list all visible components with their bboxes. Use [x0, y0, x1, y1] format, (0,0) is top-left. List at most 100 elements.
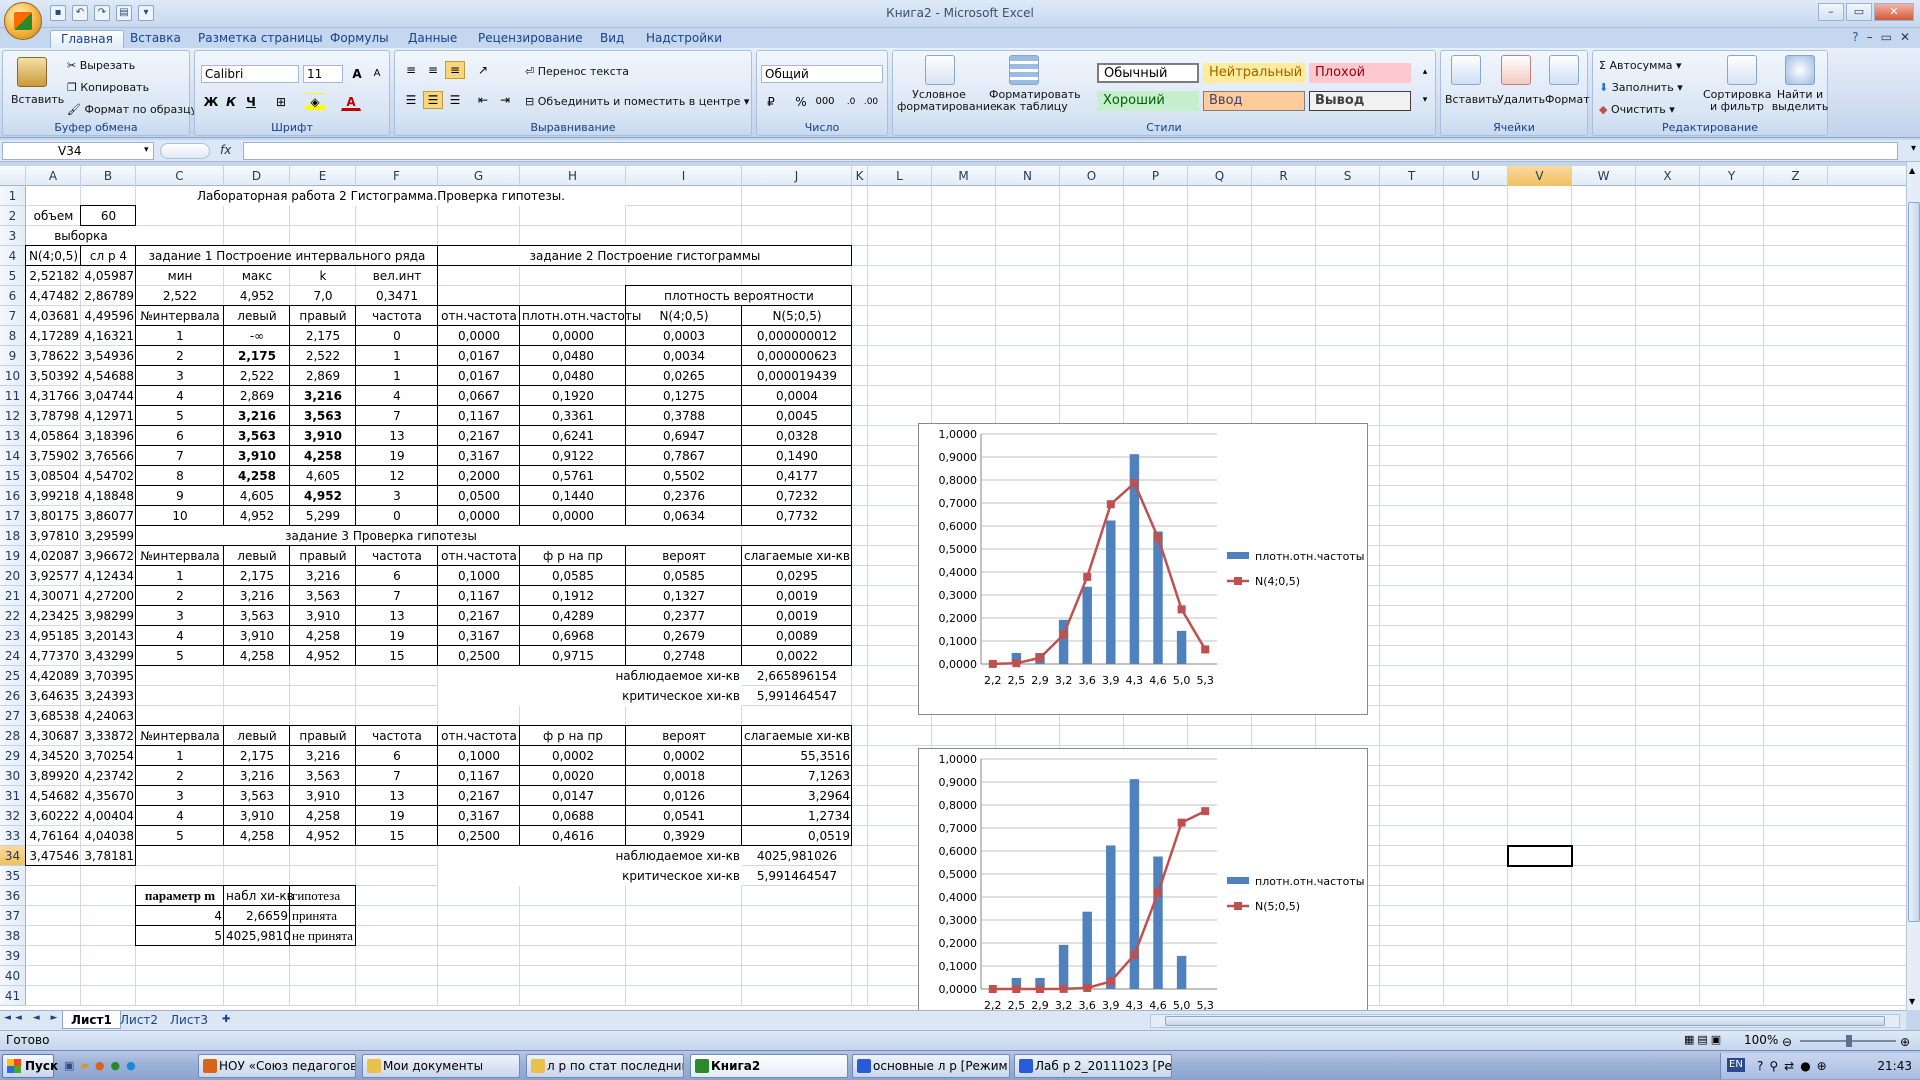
align-right-icon[interactable]: ☰	[445, 91, 465, 109]
cell-g16[interactable]: 0,0500	[438, 486, 520, 506]
cell-i14[interactable]: 0,7867	[626, 446, 742, 466]
grow-font-icon[interactable]: A	[347, 65, 367, 83]
cell-a7[interactable]: 4,03681	[26, 306, 81, 326]
cell-i31[interactable]: 0,0126	[626, 786, 742, 806]
cell-g32[interactable]: 0,3167	[438, 806, 520, 826]
find-select-button[interactable]: Найти и выделить	[1771, 89, 1829, 113]
cell-c6[interactable]: 2,522	[136, 286, 224, 306]
cell-d29[interactable]: 2,175	[224, 746, 290, 766]
zoom-slider-thumb[interactable]	[1846, 1035, 1852, 1047]
tab-page-layout[interactable]: Разметка страницы	[188, 30, 333, 48]
explorer-icon[interactable]: ▰	[80, 1059, 88, 1072]
selected-cell[interactable]	[1507, 845, 1573, 867]
cell-d13[interactable]: 3,563	[224, 426, 290, 446]
clear-button[interactable]: ◆ Очистить ▾	[1599, 103, 1675, 116]
cell-c23[interactable]: 4	[136, 626, 224, 646]
cell-i13[interactable]: 0,6947	[626, 426, 742, 446]
cell-d17[interactable]: 4,952	[224, 506, 290, 526]
column-header-o[interactable]: O	[1060, 166, 1124, 186]
cell-i16[interactable]: 0,2376	[626, 486, 742, 506]
cell-i20[interactable]: 0,0585	[626, 566, 742, 586]
tab-data[interactable]: Данные	[398, 30, 467, 48]
paste-button[interactable]: Вставить	[11, 93, 64, 106]
cell-a18[interactable]: 3,97810	[26, 526, 81, 546]
column-header-e[interactable]: E	[290, 166, 356, 186]
font-size-select[interactable]: 11	[303, 65, 343, 83]
task1-header[interactable]: задание 1 Построение интервального ряда	[136, 246, 438, 266]
cell-a29[interactable]: 4,34520	[26, 746, 81, 766]
cell-e36[interactable]: гипотеза	[290, 886, 356, 906]
cell-h14[interactable]: 0,9122	[520, 446, 626, 466]
cell-f14[interactable]: 19	[356, 446, 438, 466]
cell-d38[interactable]: 4025,9810	[224, 926, 291, 946]
delete-cells-icon[interactable]	[1501, 55, 1531, 85]
cell-f24[interactable]: 15	[356, 646, 438, 666]
firefox-icon[interactable]: ●	[95, 1059, 105, 1072]
help-icon[interactable]: ?	[1852, 30, 1858, 44]
cell-d36[interactable]: набл хи-кв	[224, 886, 294, 906]
cell-e17[interactable]: 5,299	[290, 506, 356, 526]
cell-d7[interactable]: левый	[224, 306, 290, 326]
tab-home[interactable]: Главная	[50, 30, 124, 48]
cell-e28[interactable]: правый	[290, 726, 356, 746]
maximize-button[interactable]: ▭	[1846, 3, 1872, 21]
cell-e21[interactable]: 3,563	[290, 586, 356, 606]
column-header-d[interactable]: D	[224, 166, 290, 186]
cell-f21[interactable]: 7	[356, 586, 438, 606]
cell-h17[interactable]: 0,0000	[520, 506, 626, 526]
cell-e37[interactable]: принята	[290, 906, 356, 926]
cell-b31[interactable]: 4,35670	[81, 786, 136, 806]
column-header-p[interactable]: P	[1124, 166, 1188, 186]
cell-a12[interactable]: 3,78798	[26, 406, 81, 426]
cell-j34[interactable]: 4025,981026	[742, 846, 852, 866]
cell-j21[interactable]: 0,0019	[742, 586, 852, 606]
cell-f30[interactable]: 7	[356, 766, 438, 786]
cell-j32[interactable]: 1,2734	[742, 806, 852, 826]
cell-b12[interactable]: 4,12971	[81, 406, 136, 426]
cell-f10[interactable]: 1	[356, 366, 438, 386]
cell-j16[interactable]: 0,7232	[742, 486, 852, 506]
cell-c22[interactable]: 3	[136, 606, 224, 626]
cell-h23[interactable]: 0,6968	[520, 626, 626, 646]
decrease-indent-icon[interactable]: ⇤	[473, 91, 493, 109]
merge-center-button[interactable]: ⊟ Объединить и поместить в центре ▾	[525, 95, 749, 108]
cell-e9[interactable]: 2,522	[290, 346, 356, 366]
column-header-c[interactable]: C	[136, 166, 224, 186]
cell-h30[interactable]: 0,0020	[520, 766, 626, 786]
formula-input[interactable]	[243, 142, 1898, 160]
office-button[interactable]	[4, 2, 42, 40]
cell-c15[interactable]: 8	[136, 466, 224, 486]
cut-button[interactable]: ✂ Вырезать	[67, 59, 135, 72]
cell-b5[interactable]: 4,05987	[81, 266, 136, 286]
cell-a14[interactable]: 3,75902	[26, 446, 81, 466]
formula-expand-handle[interactable]	[160, 143, 210, 159]
task2-header[interactable]: задание 2 Построение гистограммы	[438, 246, 852, 266]
select-all-corner[interactable]	[0, 166, 26, 186]
cell-d20[interactable]: 2,175	[224, 566, 290, 586]
cell-i8[interactable]: 0,0003	[626, 326, 742, 346]
column-header-r[interactable]: R	[1252, 166, 1316, 186]
cell-a4[interactable]: N(4;0,5)	[26, 246, 81, 266]
cell-j9[interactable]: 0,000000623	[742, 346, 852, 366]
borders-icon[interactable]: ⊞	[271, 93, 291, 111]
cell-d14[interactable]: 3,910	[224, 446, 290, 466]
column-header-k[interactable]: K	[852, 166, 868, 186]
cell-f13[interactable]: 13	[356, 426, 438, 446]
cell-d21[interactable]: 3,216	[224, 586, 290, 606]
cell-g25[interactable]: наблюдаемое хи-кв	[438, 666, 742, 686]
cell-d15[interactable]: 4,258	[224, 466, 290, 486]
conditional-format-icon[interactable]	[925, 55, 955, 85]
number-format-select[interactable]: Общий	[761, 65, 883, 83]
cell-f12[interactable]: 7	[356, 406, 438, 426]
cell-f7[interactable]: частота	[356, 306, 438, 326]
taskbar-item-word1[interactable]: основные л р [Режим с...	[852, 1054, 1010, 1078]
column-header-v[interactable]: V	[1508, 166, 1572, 186]
cell-f32[interactable]: 19	[356, 806, 438, 826]
cell-h29[interactable]: 0,0002	[520, 746, 626, 766]
cell-g34[interactable]: наблюдаемое хи-кв	[438, 846, 742, 866]
cell-b15[interactable]: 4,54702	[81, 466, 136, 486]
cell-j15[interactable]: 0,4177	[742, 466, 852, 486]
fill-color-icon[interactable]: ◈	[305, 93, 325, 111]
cell-h21[interactable]: 0,1912	[520, 586, 626, 606]
cell-c32[interactable]: 4	[136, 806, 224, 826]
